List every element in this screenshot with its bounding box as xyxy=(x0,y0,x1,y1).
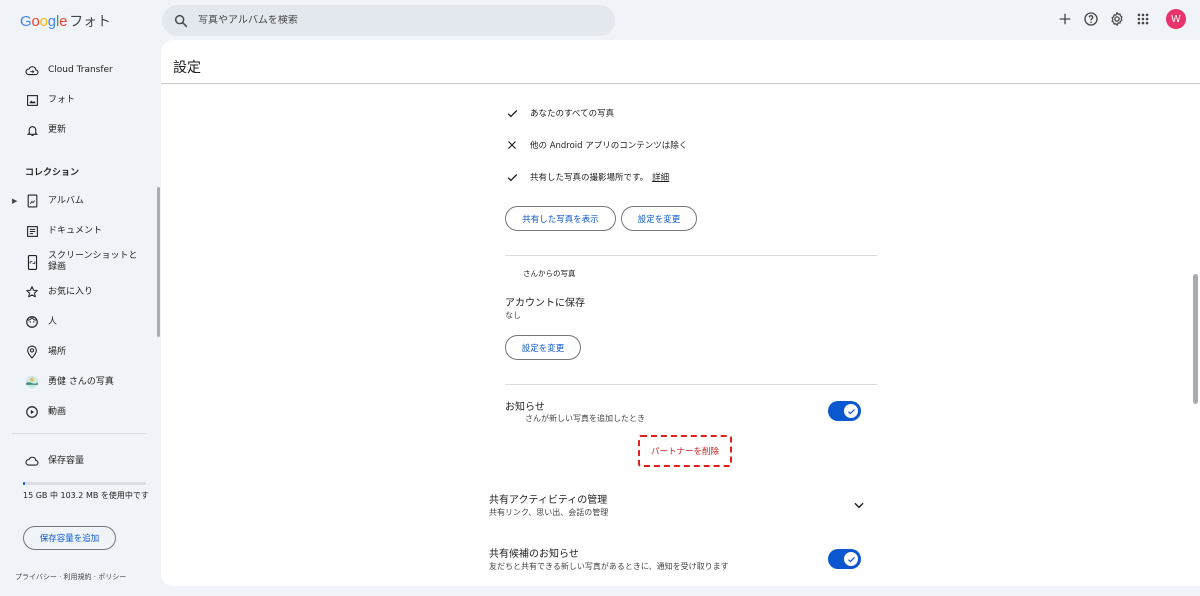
check-icon xyxy=(505,106,519,120)
section-divider xyxy=(505,384,877,385)
sidebar-item-label: 人 xyxy=(48,316,58,327)
add-storage-button[interactable]: 保存容量を追加 xyxy=(23,526,116,550)
sharing-activity-sub: 共有リンク、思い出、会話の管理 xyxy=(489,508,609,517)
sidebar-item-label: 動画 xyxy=(48,406,67,417)
sidebar-divider xyxy=(12,433,146,434)
cloud-transfer-icon xyxy=(25,63,39,77)
sharing-suggestions-label: 共有候補のお知らせ xyxy=(489,549,579,560)
settings-panel: 設定 あなたのすべての写真 他の Android アプリのコンテンツは除く 共有… xyxy=(161,40,1200,586)
search-icon xyxy=(174,14,188,27)
top-actions: W xyxy=(1056,9,1186,29)
storage-usage-fill xyxy=(23,482,26,485)
sidebar-item-label: 場所 xyxy=(48,346,67,357)
sidebar-item-label: 更新 xyxy=(48,124,67,135)
toggle-knob xyxy=(844,552,858,566)
sidebar-item-label: スクリーンショットと 録画 xyxy=(48,251,138,272)
change-settings-button[interactable]: 設定を変更 xyxy=(621,206,697,231)
settings-gear-icon[interactable] xyxy=(1108,10,1126,28)
top-bar: Googleフォト W xyxy=(0,0,1200,40)
remove-partner-button[interactable]: パートナーを削除 xyxy=(651,445,719,457)
sharing-suggestions-sub: 友だちと共有できる新しい写真があるときに、通知を受け取ります xyxy=(489,562,729,571)
remove-partner-highlight[interactable]: パートナーを削除 xyxy=(638,435,732,467)
location-icon xyxy=(25,345,39,359)
search-box[interactable] xyxy=(162,5,615,36)
screenshot-icon xyxy=(25,254,39,270)
chevron-down-icon[interactable] xyxy=(852,498,866,512)
sidebar-item-label: 勇健 さんの写真 xyxy=(48,376,114,387)
sharing-suggestions-toggle[interactable] xyxy=(828,549,861,569)
save-to-account-value: なし xyxy=(505,311,521,320)
footer-links[interactable]: プライバシー · 利用規約 · ポリシー xyxy=(15,572,126,582)
storage-usage-text: 15 GB 中 103.2 MB を使用中です xyxy=(23,491,149,500)
section-divider xyxy=(505,255,877,256)
sidebar: Cloud Transfer フォト 更新 コレクション ▶ アルバム ドキュメ… xyxy=(0,40,160,596)
show-shared-photos-button[interactable]: 共有した写真を表示 xyxy=(505,206,616,231)
help-icon[interactable] xyxy=(1082,10,1100,28)
share-row-exclude-apps: 他の Android アプリのコンテンツは除く xyxy=(505,138,687,152)
sidebar-item-label: アルバム xyxy=(48,195,84,206)
location-text: 共有した写真の撮影場所です。 xyxy=(530,173,649,183)
title-divider xyxy=(161,83,1200,84)
logo-product: フォト xyxy=(69,13,111,29)
sidebar-item-label: Cloud Transfer xyxy=(48,64,113,75)
sidebar-item-albums[interactable]: ▶ アルバム xyxy=(0,187,150,215)
close-x-icon xyxy=(505,138,519,152)
sidebar-item-screenshots[interactable]: スクリーンショットと 録画 xyxy=(0,247,150,277)
sidebar-item-updates[interactable]: 更新 xyxy=(0,116,150,144)
notification-sub: さんが新しい写真を追加したとき xyxy=(525,414,645,423)
document-icon xyxy=(25,224,39,238)
sidebar-item-people[interactable]: 人 xyxy=(0,308,150,336)
share-row-all-photos: あなたのすべての写真 xyxy=(505,106,614,120)
from-partner-label: さんからの写真 xyxy=(523,269,576,278)
sidebar-item-label: ドキュメント xyxy=(48,225,103,236)
save-to-account-label: アカウントに保存 xyxy=(505,298,585,309)
check-icon xyxy=(505,170,519,184)
search-input[interactable] xyxy=(198,15,578,26)
logo-brand: Google xyxy=(20,13,68,30)
sidebar-item-documents[interactable]: ドキュメント xyxy=(0,217,150,245)
partner-avatar-icon xyxy=(25,375,39,389)
add-icon[interactable] xyxy=(1056,10,1074,28)
video-icon xyxy=(25,405,39,419)
google-photos-logo[interactable]: Google フォト xyxy=(20,11,111,31)
sidebar-item-storage[interactable]: 保存容量 xyxy=(0,447,150,475)
sidebar-scrollbar[interactable] xyxy=(157,187,160,337)
sharing-activity-label[interactable]: 共有アクティビティの管理 xyxy=(489,491,607,506)
album-icon xyxy=(25,194,39,208)
details-link[interactable]: 詳細 xyxy=(652,173,669,183)
share-row-text: あなたのすべての写真 xyxy=(530,109,615,119)
change-settings-button-2[interactable]: 設定を変更 xyxy=(505,335,581,360)
sidebar-item-cloud-transfer[interactable]: Cloud Transfer xyxy=(0,56,150,84)
share-row-text: 共有した写真の撮影場所です。 詳細 xyxy=(530,171,669,183)
caret-right-icon[interactable]: ▶ xyxy=(12,197,17,205)
collection-heading: コレクション xyxy=(25,168,80,178)
photo-icon xyxy=(25,93,39,107)
sidebar-item-label: お気に入り xyxy=(48,286,94,297)
sidebar-item-favorites[interactable]: お気に入り xyxy=(0,278,150,306)
sidebar-item-places[interactable]: 場所 xyxy=(0,338,150,366)
account-avatar[interactable]: W xyxy=(1166,9,1186,29)
share-row-text: 他の Android アプリのコンテンツは除く xyxy=(530,141,688,151)
sidebar-item-photos[interactable]: フォト xyxy=(0,86,150,114)
bell-icon xyxy=(25,123,39,137)
star-icon xyxy=(25,285,39,299)
toggle-knob xyxy=(844,404,858,418)
sidebar-item-videos[interactable]: 動画 xyxy=(0,398,150,426)
face-icon xyxy=(25,315,39,329)
storage-usage-bar xyxy=(23,482,146,485)
share-row-location: 共有した写真の撮影場所です。 詳細 xyxy=(505,170,669,184)
cloud-icon xyxy=(25,454,39,468)
sidebar-item-partner-photos[interactable]: 勇健 さんの写真 xyxy=(0,368,150,396)
notification-label: お知らせ xyxy=(505,402,545,413)
sidebar-item-label: 保存容量 xyxy=(48,455,85,466)
sidebar-item-label: フォト xyxy=(48,94,76,105)
main-scrollbar-thumb[interactable] xyxy=(1193,274,1198,404)
page-title: 設定 xyxy=(173,60,201,76)
apps-grid-icon[interactable] xyxy=(1134,10,1152,28)
notification-toggle[interactable] xyxy=(828,401,861,421)
